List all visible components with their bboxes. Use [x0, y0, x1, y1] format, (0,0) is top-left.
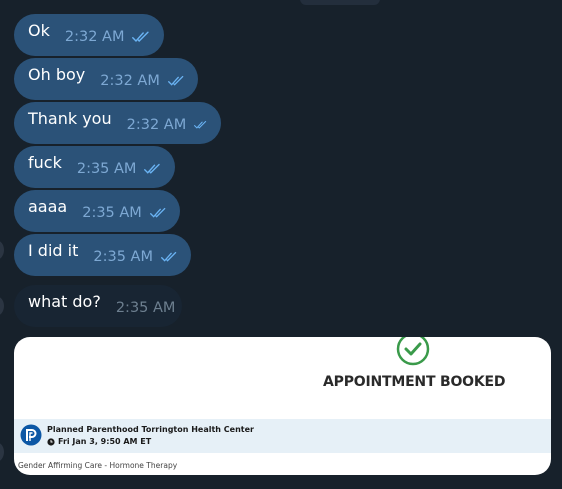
double-check-icon [149, 207, 166, 218]
appointment-datetime: Fri Jan 3, 9:50 AM ET [58, 437, 152, 446]
message-bubble[interactable]: what do? 2:35 AM [14, 285, 182, 327]
message-bubble[interactable]: aaaa 2:35 AM [14, 190, 180, 232]
message-time: 2:32 AM [64, 29, 125, 45]
message-text: Ok [28, 20, 50, 40]
message-time: 2:32 AM [126, 117, 187, 133]
message-text: Oh boy [28, 64, 86, 84]
message-time: 2:35 AM [93, 249, 153, 265]
avatar[interactable] [0, 442, 4, 462]
avatar[interactable] [0, 240, 4, 260]
message-time: 2:35 AM [82, 205, 142, 221]
message-text: what do? [28, 291, 101, 311]
message-text: I did it [28, 240, 79, 260]
message-time: 2:32 AM [100, 73, 160, 89]
planned-parenthood-logo [20, 424, 42, 446]
message-bubble[interactable]: I did it 2:35 AM [14, 234, 191, 276]
message-text: fuck [28, 152, 62, 172]
message-time: 2:35 AM [115, 300, 176, 316]
booking-status: APPOINTMENT BOOKED [323, 374, 506, 390]
double-check-icon [144, 163, 161, 174]
message-bubble[interactable]: Ok 2:32 AM [14, 14, 164, 56]
health-center-band: Planned Parenthood Torrington Health Cen… [14, 419, 551, 453]
appointment-card-image[interactable]: APPOINTMENT BOOKED Planned Parenthood To… [14, 337, 551, 475]
health-center-name: Planned Parenthood Torrington Health Cen… [47, 425, 254, 434]
message-text: aaaa [28, 196, 68, 216]
check-circle-icon [396, 337, 430, 366]
message-bubble[interactable]: Thank you 2:32 AM [14, 102, 221, 144]
double-check-icon [161, 251, 177, 262]
message-time: 2:35 AM [76, 161, 137, 177]
message-text: Thank you [28, 108, 112, 128]
double-check-icon [132, 31, 150, 43]
clock-icon [47, 437, 55, 446]
avatar[interactable] [0, 296, 4, 316]
date-pill [300, 0, 380, 5]
message-bubble[interactable]: Oh boy 2:32 AM [14, 58, 198, 100]
message-bubble[interactable]: fuck 2:35 AM [14, 146, 175, 188]
double-check-icon [194, 120, 207, 129]
appointment-time-row: Fri Jan 3, 9:50 AM ET [47, 437, 151, 446]
double-check-icon [167, 75, 184, 86]
service-label: Gender Affirming Care - Hormone Therapy [18, 461, 178, 470]
